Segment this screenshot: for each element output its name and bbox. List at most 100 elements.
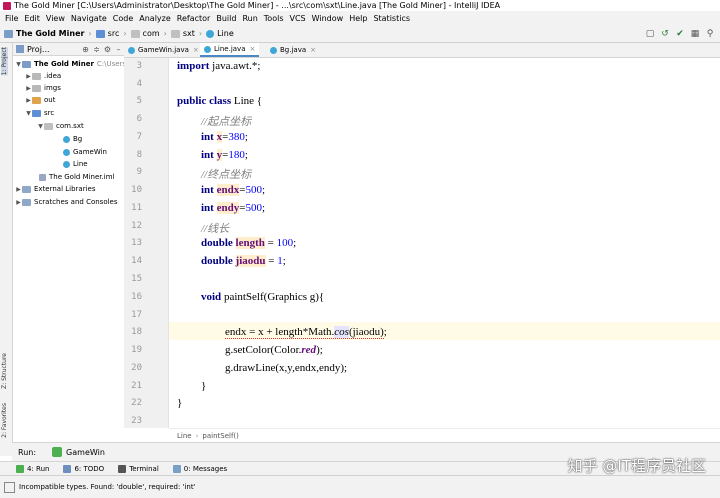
line-number: 20 xyxy=(131,363,142,373)
code-breadcrumb-class[interactable]: Line xyxy=(177,432,192,440)
close-icon[interactable]: × xyxy=(310,46,316,54)
tab-bg[interactable]: Bg.java × xyxy=(266,43,320,57)
favorites-tool-tab[interactable]: 2: Favorites xyxy=(1,403,8,438)
menu-window[interactable]: Window xyxy=(309,14,347,23)
package-folder-icon xyxy=(44,122,53,130)
chevron-right-icon[interactable]: ▶ xyxy=(25,73,32,80)
tree-item-com-sxt[interactable]: ▼ com.sxt xyxy=(37,120,84,132)
watermark: 知乎 @IT程序员社区 xyxy=(567,457,706,475)
line-number: 12 xyxy=(131,221,142,231)
chevron-right-icon[interactable]: ▶ xyxy=(15,186,22,193)
check-icon[interactable]: ✔ xyxy=(674,28,686,40)
menu-edit[interactable]: Edit xyxy=(21,14,43,23)
run-config-icon[interactable]: ▢ xyxy=(644,28,656,40)
code-editor[interactable]: import java.awt.*; public class Line { /… xyxy=(169,58,720,428)
tab-line[interactable]: Line.java × xyxy=(200,43,260,57)
tree-item-project-root[interactable]: ▼ The Gold MinerC:\Users\ xyxy=(15,58,124,70)
tab-gamewin[interactable]: GameWin.java × xyxy=(124,43,203,57)
play-icon xyxy=(16,464,24,473)
line-number: 3 xyxy=(136,61,142,71)
breadcrumb-sxt[interactable]: sxt › xyxy=(170,29,202,38)
project-panel-title[interactable]: Proj... xyxy=(27,45,50,54)
tree-item-line[interactable]: Line xyxy=(63,158,88,170)
locate-icon[interactable]: ⊕ xyxy=(80,45,91,54)
project-tree: ▼ The Gold MinerC:\Users\ ▶ .idea ▶ imgs… xyxy=(13,57,125,427)
gear-icon[interactable]: ⚙ xyxy=(102,45,113,54)
menu-file[interactable]: File xyxy=(2,14,21,23)
editor-gutter: 3 4 5 6 7 8 9 10 11 12 13 14 15 16 17 18… xyxy=(124,58,169,428)
line-number: 6 xyxy=(136,114,142,124)
code-line-14: double jiaodu = 1; xyxy=(201,255,286,267)
line-number: 4 xyxy=(136,79,142,89)
project-folder-icon xyxy=(4,29,13,38)
tree-item-bg[interactable]: Bg xyxy=(63,133,82,145)
project-tool-tab[interactable]: 1: Project xyxy=(1,47,8,76)
code-breadcrumb-method[interactable]: paintSelf() xyxy=(202,432,238,440)
code-line-16: void paintSelf(Graphics g){ xyxy=(201,291,325,303)
run-config-icon xyxy=(52,447,63,457)
tree-item-external-libraries[interactable]: ▶ External Libraries xyxy=(15,183,95,195)
bottom-tab-run[interactable]: 4: Run xyxy=(16,464,49,473)
menu-build[interactable]: Build xyxy=(213,14,239,23)
line-number: 21 xyxy=(131,381,142,391)
folder-icon xyxy=(32,72,41,80)
tree-item-gamewin[interactable]: GameWin xyxy=(63,146,107,158)
line-number: 11 xyxy=(131,203,142,213)
tree-item-iml[interactable]: The Gold Miner.iml xyxy=(39,171,114,183)
menu-run[interactable]: Run xyxy=(239,14,260,23)
package-folder-icon xyxy=(130,29,140,38)
menu-analyze[interactable]: Analyze xyxy=(136,14,174,23)
tree-item-out[interactable]: ▶ out xyxy=(25,94,55,106)
class-icon xyxy=(270,46,277,54)
breadcrumb-com[interactable]: com › xyxy=(130,29,167,38)
collapse-icon[interactable]: ≑ xyxy=(91,45,102,54)
code-line-7: int x=380; xyxy=(201,131,248,143)
menu-help[interactable]: Help xyxy=(346,14,370,23)
chevron-down-icon[interactable]: ▼ xyxy=(25,110,32,117)
menu-refactor[interactable]: Refactor xyxy=(174,14,214,23)
search-icon[interactable]: ⚲ xyxy=(704,28,716,40)
error-expression[interactable]: endx = x + length*Math.cos(jiaodu) xyxy=(225,326,384,339)
menu-code[interactable]: Code xyxy=(110,14,136,23)
tree-item-scratches[interactable]: ▶ Scratches and Consoles xyxy=(15,196,117,208)
close-icon[interactable]: × xyxy=(249,45,255,53)
menu-navigate[interactable]: Navigate xyxy=(68,14,110,23)
window-title-bar: The Gold Miner [C:\Users\Administrator\D… xyxy=(0,0,720,11)
code-line-6: //起点坐标 xyxy=(201,116,252,128)
hide-icon[interactable]: – xyxy=(113,45,124,54)
chevron-down-icon[interactable]: ▼ xyxy=(15,61,22,68)
bottom-tab-terminal[interactable]: Terminal xyxy=(118,464,159,473)
project-structure-icon[interactable]: ▦ xyxy=(689,28,701,40)
line-number: 7 xyxy=(136,132,142,142)
menu-view[interactable]: View xyxy=(43,14,68,23)
build-icon[interactable]: ↺ xyxy=(659,28,671,40)
line-number: 16 xyxy=(131,292,142,302)
chevron-right-icon[interactable]: ▶ xyxy=(15,199,22,206)
toolbar-actions: ▢ ↺ ✔ ▦ ⚲ xyxy=(641,28,716,40)
chevron-down-icon[interactable]: ▼ xyxy=(37,123,44,130)
project-panel-header: Proj... ⊕ ≑ ⚙ – xyxy=(13,43,124,56)
class-icon xyxy=(63,148,70,156)
tool-windows-icon[interactable] xyxy=(4,481,15,493)
code-line-18: endx = x + length*Math.cos(jiaodu); xyxy=(225,326,387,339)
bottom-tab-todo[interactable]: 6: TODO xyxy=(63,464,104,473)
tree-item-src[interactable]: ▼ src xyxy=(25,107,54,119)
bottom-tab-messages[interactable]: 0: Messages xyxy=(172,464,227,473)
class-icon xyxy=(206,29,215,38)
breadcrumb-project[interactable]: The Gold Miner › xyxy=(4,29,92,38)
code-breadcrumb: Line › paintSelf() xyxy=(169,428,720,442)
tree-item-imgs[interactable]: ▶ imgs xyxy=(25,82,61,94)
breadcrumb-src[interactable]: src › xyxy=(95,29,127,38)
menu-vcs[interactable]: VCS xyxy=(287,14,309,23)
chevron-right-icon[interactable]: ▶ xyxy=(25,85,32,92)
run-config-tab[interactable]: GameWin xyxy=(66,448,105,457)
tree-item-idea[interactable]: ▶ .idea xyxy=(25,70,61,82)
chevron-right-icon[interactable]: ▶ xyxy=(25,97,32,104)
menu-tools[interactable]: Tools xyxy=(261,14,287,23)
breadcrumb-line[interactable]: Line xyxy=(206,29,234,38)
code-line-9: //终点坐标 xyxy=(201,169,252,181)
code-line-10: int endx=500; xyxy=(201,184,265,196)
close-icon[interactable]: × xyxy=(193,46,199,54)
structure-tool-tab[interactable]: Z: Structure xyxy=(1,353,8,389)
menu-statistics[interactable]: Statistics xyxy=(370,14,413,23)
